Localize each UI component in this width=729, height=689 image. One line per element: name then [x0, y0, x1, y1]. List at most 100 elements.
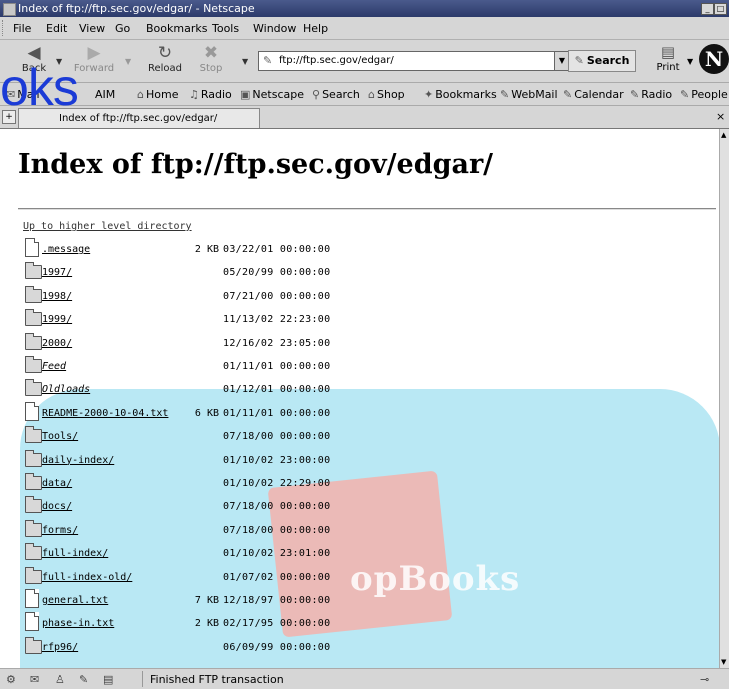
entry-link[interactable]: 1998/ [42, 291, 72, 302]
toolbar-item-search[interactable]: ⚲ Search [312, 88, 360, 101]
forward-button[interactable]: ▶ Forward [72, 42, 116, 80]
reload-button[interactable]: ↻ Reload [143, 42, 187, 80]
entry-link[interactable]: Tools/ [42, 431, 78, 442]
toolbar-item-radio-2[interactable]: ✎ Radio [630, 88, 672, 101]
entry-link[interactable]: README-2000-10-04.txt [42, 408, 168, 419]
toolbar-item-radio[interactable]: ♫ Radio [189, 88, 232, 101]
menubar-grip[interactable] [2, 20, 8, 36]
url-field[interactable]: ✎ ftp://ftp.sec.gov/edgar/ [258, 51, 556, 71]
entry-link[interactable]: general.txt [42, 595, 108, 606]
entry-date: 01/12/01 00:00:00 [223, 384, 331, 396]
entry-link[interactable]: rfp96/ [42, 642, 78, 653]
list-item[interactable]: 1997/05/20/99 00:00:00 [25, 260, 425, 282]
folder-icon [25, 332, 42, 350]
entry-date: 12/16/02 23:05:00 [223, 337, 331, 349]
menu-edit[interactable]: Edit [46, 22, 67, 35]
entry-link[interactable]: Feed [42, 361, 66, 372]
addressbook-icon[interactable]: ▤ [103, 673, 113, 686]
minimize-button[interactable]: _ [701, 3, 714, 15]
menu-help[interactable]: Help [303, 22, 328, 35]
list-item[interactable]: .message 2 KB 03/22/01 00:00:00 [25, 237, 425, 259]
composer-icon[interactable]: ✎ [79, 673, 88, 686]
toolbar-item-label: Calendar [574, 88, 624, 101]
divider [18, 208, 716, 210]
vertical-scrollbar[interactable]: ▲ ▼ [719, 129, 729, 668]
list-item[interactable]: general.txt 7 KB 12/18/97 00:00:00 [25, 588, 425, 610]
toolbar-item-label: Netscape [252, 88, 304, 101]
aim-icon[interactable]: ♙ [55, 673, 65, 686]
mail-status-icon[interactable]: ✉ [30, 673, 39, 686]
list-item[interactable]: 1998/07/21/00 00:00:00 [25, 284, 425, 306]
stop-button[interactable]: ✖ Stop [189, 42, 233, 80]
page-content[interactable]: opBooks Index of ftp://ftp.sec.gov/edgar… [0, 129, 719, 668]
list-item[interactable]: docs/07/18/00 00:00:00 [25, 494, 425, 516]
netscape-logo-icon[interactable]: N [699, 44, 729, 74]
entry-link[interactable]: 1997/ [42, 267, 72, 278]
menu-file[interactable]: File [13, 22, 31, 35]
toolbar-item-netscape[interactable]: ▣ Netscape [240, 88, 304, 101]
entry-date: 07/18/00 00:00:00 [223, 431, 331, 443]
up-directory-link[interactable]: Up to higher level directory [23, 221, 192, 232]
list-item[interactable]: data/01/10/02 22:29:00 [25, 471, 425, 493]
list-item[interactable]: Oldloads 01/12/01 00:00:00 [25, 377, 425, 399]
print-dropdown[interactable]: ▼ [687, 57, 693, 66]
menu-view[interactable]: View [79, 22, 105, 35]
scroll-up-arrow-icon[interactable]: ▲ [721, 131, 726, 139]
toolbar-item-people[interactable]: ✎ People [680, 88, 728, 101]
url-history-dropdown[interactable]: ▼ [242, 57, 248, 66]
entry-link[interactable]: daily-index/ [42, 455, 114, 466]
menu-go[interactable]: Go [115, 22, 130, 35]
page-title: Index of ftp://ftp.sec.gov/edgar/ [18, 149, 494, 180]
list-item[interactable]: 2000/12/16/02 23:05:00 [25, 331, 425, 353]
list-item[interactable]: rfp96/06/09/99 00:00:00 [25, 635, 425, 657]
navigator-icon[interactable]: ⚙ [6, 673, 16, 686]
entry-date: 11/13/02 22:23:00 [223, 314, 331, 326]
close-tab-button[interactable]: × [716, 110, 725, 123]
entry-link[interactable]: data/ [42, 478, 72, 489]
entry-link[interactable]: docs/ [42, 501, 72, 512]
list-item[interactable]: full-index/01/10/02 23:01:00 [25, 541, 425, 563]
forward-label: Forward [73, 63, 115, 74]
folder-icon [25, 379, 42, 397]
entry-link[interactable]: forms/ [42, 525, 78, 536]
list-item[interactable]: forms/07/18/00 00:00:00 [25, 518, 425, 540]
print-button[interactable]: ▤ Print [650, 42, 686, 80]
url-text: ftp://ftp.sec.gov/edgar/ [279, 55, 394, 66]
list-item[interactable]: full-index-old/01/07/02 00:00:00 [25, 565, 425, 587]
list-item[interactable]: phase-in.txt 2 KB 02/17/95 00:00:00 [25, 611, 425, 633]
entry-link[interactable]: full-index-old/ [42, 572, 132, 583]
maximize-button[interactable]: □ [714, 3, 727, 15]
list-item[interactable]: README-2000-10-04.txt 6 KB 01/11/01 00:00:… [25, 401, 425, 423]
list-item[interactable]: 1999/11/13/02 22:23:00 [25, 307, 425, 329]
folder-icon [25, 309, 42, 327]
entry-date: 06/09/99 00:00:00 [223, 641, 331, 653]
entry-link[interactable]: phase-in.txt [42, 618, 114, 629]
folder-icon [25, 262, 42, 280]
menu-bar: File Edit View Go Bookmarks Tools Window… [0, 17, 729, 40]
search-button[interactable]: ✎ Search [568, 50, 636, 72]
forward-history-dropdown[interactable]: ▼ [125, 57, 131, 66]
list-item[interactable]: daily-index/01/10/02 23:00:00 [25, 448, 425, 470]
toolbar-item-shop[interactable]: ⌂ Shop [368, 88, 405, 101]
toolbar-item-calendar[interactable]: ✎ Calendar [563, 88, 624, 101]
menu-tools[interactable]: Tools [212, 22, 239, 35]
window-menu-icon[interactable] [3, 3, 16, 16]
entry-link[interactable]: full-index/ [42, 548, 108, 559]
entry-link[interactable]: 1999/ [42, 314, 72, 325]
scroll-down-arrow-icon[interactable]: ▼ [721, 658, 726, 666]
toolbar-item-webmail[interactable]: ✎ WebMail [500, 88, 558, 101]
entry-date: 07/18/00 00:00:00 [223, 501, 331, 513]
toolbar-item-aim[interactable]: AIM [95, 88, 115, 101]
list-item[interactable]: Tools/07/18/00 00:00:00 [25, 424, 425, 446]
menu-bookmarks[interactable]: Bookmarks [146, 22, 207, 35]
toolbar-item-home[interactable]: ⌂ Home [137, 88, 178, 101]
toolbar-item-bookmarks[interactable]: ✦ Bookmarks [424, 88, 497, 101]
entry-link[interactable]: Oldloads [42, 384, 90, 395]
toolbar-item-label: Home [145, 88, 179, 101]
entry-link[interactable]: .message [42, 244, 90, 255]
entry-link[interactable]: 2000/ [42, 338, 72, 349]
page-proxy-icon[interactable]: ✎ [263, 54, 272, 68]
title-bar[interactable]: Index of ftp://ftp.sec.gov/edgar/ - Nets… [0, 0, 729, 17]
list-item[interactable]: Feed 01/11/01 00:00:00 [25, 354, 425, 376]
menu-window[interactable]: Window [253, 22, 296, 35]
